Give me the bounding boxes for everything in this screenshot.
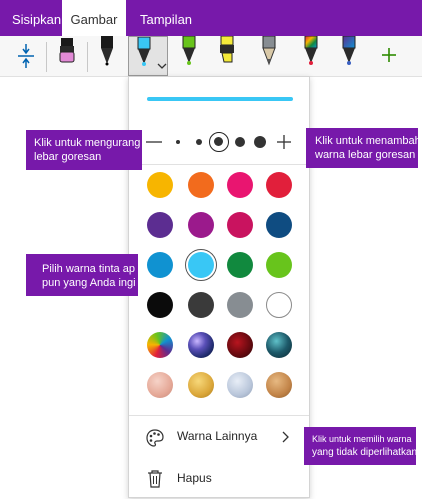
color-swatch[interactable] [147, 332, 173, 358]
tab-tampilan[interactable]: Tampilan [140, 0, 192, 36]
color-swatch[interactable] [266, 212, 292, 238]
stroke-width-2[interactable] [196, 139, 202, 145]
highlighter-yellow-icon [220, 36, 234, 63]
pen-green-icon [182, 36, 196, 65]
increase-width-button[interactable] [273, 129, 295, 155]
color-swatch[interactable] [227, 372, 253, 398]
callout-decrease-width: Klik untuk mengurang lebar goresan [26, 130, 142, 170]
callout-text: Klik untuk menambah [315, 135, 418, 147]
color-swatch[interactable] [188, 172, 214, 198]
callout-text: Klik untuk mengurang [34, 137, 141, 149]
chevron-down-icon [157, 63, 167, 69]
highlighter-yellow-button[interactable] [210, 36, 244, 76]
stroke-width-4[interactable] [235, 137, 245, 147]
pen-galaxy-button[interactable] [332, 36, 366, 76]
palette-icon [146, 429, 164, 447]
erase-item[interactable]: Hapus [129, 459, 309, 499]
panel-divider [129, 415, 309, 416]
color-swatch[interactable] [147, 292, 173, 318]
color-swatch[interactable] [227, 212, 253, 238]
color-swatch[interactable] [147, 252, 173, 278]
color-swatch[interactable] [266, 292, 292, 318]
callout-text: warna lebar goresan [315, 149, 416, 161]
color-swatch[interactable] [188, 292, 214, 318]
more-colors-item[interactable]: Warna Lainnya [129, 417, 309, 457]
pencil-gray-button[interactable] [252, 36, 286, 76]
color-swatch[interactable] [227, 332, 253, 358]
toolbar-separator [87, 42, 88, 72]
pen-green-button[interactable] [172, 36, 206, 76]
more-colors-label: Warna Lainnya [177, 429, 258, 443]
ribbon-tab-bar: Sisipkan Gambar Tampilan [0, 0, 422, 36]
stroke-width-3-dot [214, 137, 223, 146]
highlighter-pink-icon [59, 38, 75, 63]
callout-more-colors: Klik untuk memilih warna yang tidak dipe… [304, 427, 416, 465]
pen-rainbow-button[interactable] [294, 36, 328, 76]
pen-black-icon [101, 36, 113, 66]
color-swatch[interactable] [227, 292, 253, 318]
color-swatch[interactable] [266, 372, 292, 398]
color-swatch[interactable] [188, 332, 214, 358]
add-pen-button[interactable] [376, 36, 402, 76]
tab-gambar[interactable]: Gambar [62, 0, 126, 36]
decrease-width-button[interactable] [143, 129, 165, 155]
stroke-width-3-selected[interactable] [209, 132, 229, 152]
pen-options-panel: Warna Lainnya Hapus [128, 76, 310, 498]
callout-ink-color: Pilih warna tinta ap pun yang Anda ingi [26, 254, 138, 296]
color-swatch[interactable] [266, 172, 292, 198]
callout-text: Klik untuk memilih warna [312, 434, 412, 444]
pen-rainbow-icon [304, 36, 318, 65]
color-swatch[interactable] [147, 372, 173, 398]
pen-galaxy-icon [342, 36, 356, 65]
panel-divider [129, 164, 309, 165]
callout-increase-width: Klik untuk menambah warna lebar goresan [306, 128, 418, 168]
color-swatch[interactable] [266, 252, 292, 278]
plus-icon [277, 135, 291, 149]
stroke-width-1[interactable] [176, 140, 180, 144]
stroke-preview [147, 97, 293, 101]
pen-cyan-button[interactable] [128, 36, 168, 76]
highlighter-pink-button[interactable] [50, 36, 84, 76]
color-swatch[interactable] [188, 372, 214, 398]
stroke-width-row [129, 129, 309, 155]
minus-icon [146, 141, 162, 143]
chevron-right-icon [282, 431, 289, 443]
color-swatch[interactable] [227, 252, 253, 278]
color-swatch[interactable] [147, 172, 173, 198]
pencil-gray-icon [262, 36, 276, 66]
erase-label: Hapus [177, 471, 212, 485]
color-swatch[interactable] [188, 212, 214, 238]
selected-swatch-ring [185, 249, 217, 281]
pen-cyan-icon [137, 37, 151, 66]
color-swatch[interactable] [266, 332, 292, 358]
stroke-width-5[interactable] [254, 136, 266, 148]
callout-text: pun yang Anda ingi [42, 277, 136, 289]
color-swatch[interactable] [147, 212, 173, 238]
add-pen-icon [382, 48, 396, 62]
callout-text: Pilih warna tinta ap [42, 263, 135, 275]
insert-space-icon [18, 44, 34, 68]
toolbar-separator [46, 42, 47, 72]
callout-text: yang tidak diperlihatkan [312, 447, 416, 458]
color-swatch[interactable] [227, 172, 253, 198]
trash-icon [148, 470, 162, 488]
tab-sisipkan[interactable]: Sisipkan [12, 0, 61, 36]
pen-black-button[interactable] [90, 36, 124, 76]
callout-text: lebar goresan [34, 151, 102, 163]
insert-space-button[interactable] [9, 36, 43, 76]
